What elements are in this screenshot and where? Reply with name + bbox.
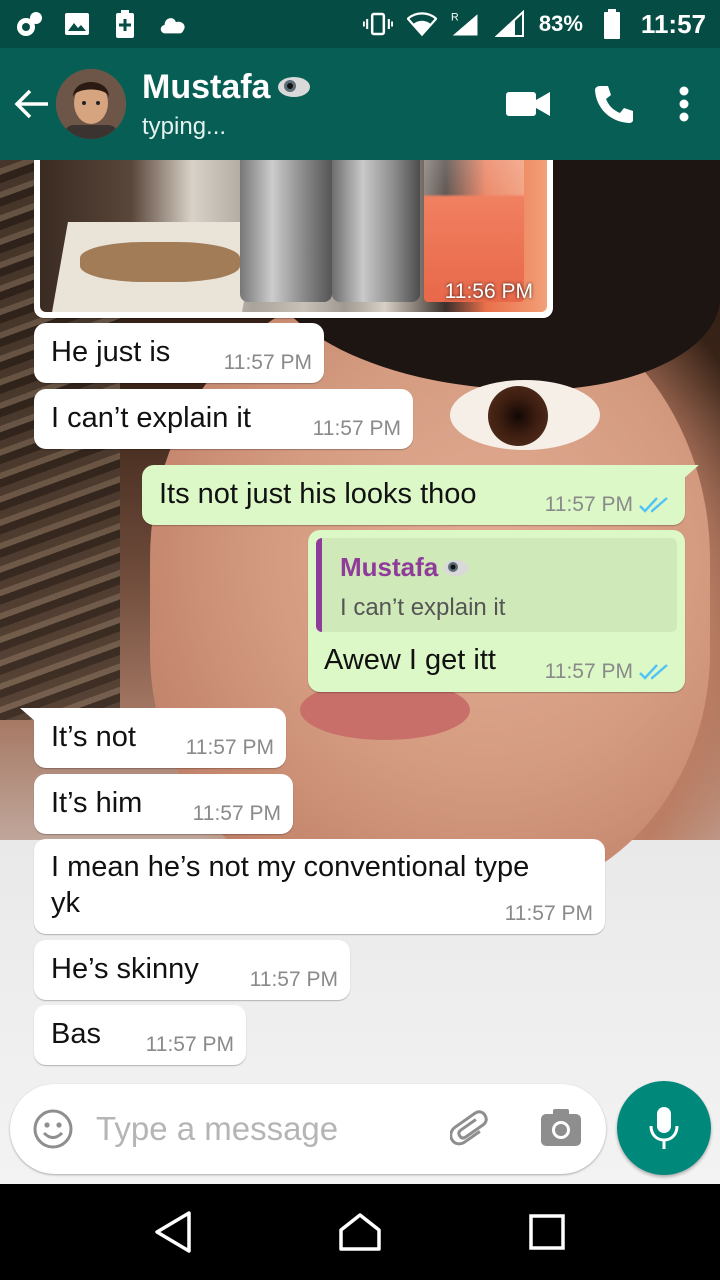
- message-input[interactable]: [96, 1106, 416, 1152]
- gallery-icon: [62, 10, 92, 38]
- cloud-icon: [158, 10, 188, 38]
- more-options-button[interactable]: [678, 86, 690, 122]
- message-bubble-in[interactable]: I can’t explain it 11:57 PM: [34, 389, 413, 449]
- message-time: 11:57 PM: [544, 493, 633, 516]
- message-bubble-in[interactable]: It’s him 11:57 PM: [34, 774, 293, 834]
- camera-icon: [541, 1109, 581, 1146]
- status-notification-icons: [14, 10, 188, 38]
- message-text-line-1: I mean he’s not my conventional type: [51, 851, 530, 883]
- message-bubble-in[interactable]: I mean he’s not my conventional type yk …: [34, 839, 605, 934]
- eye-emoji-icon: [443, 559, 470, 576]
- quoted-author-name: Mustafa: [340, 552, 439, 582]
- message-time: 11:57 PM: [223, 351, 312, 374]
- reply-message-bubble[interactable]: Mustafa I can’t explain it Awew I get it…: [308, 530, 685, 692]
- quoted-author: Mustafa: [340, 552, 470, 583]
- camera-button[interactable]: [540, 1108, 582, 1153]
- wifi-icon: [406, 10, 437, 38]
- signal-roaming-icon: R: [451, 10, 481, 38]
- photo-shaker-left: [240, 160, 332, 302]
- header-actions: [506, 84, 690, 124]
- message-time: 11:57 PM: [192, 802, 281, 825]
- contact-status: typing...: [142, 112, 227, 140]
- system-nav-bar: [0, 1184, 720, 1280]
- status-time: 11:57: [640, 8, 706, 39]
- chat-area[interactable]: 11:56 PM He just is 11:57 PM I can’t exp…: [0, 160, 720, 1184]
- battery-saver-icon: [110, 10, 140, 38]
- contact-name: Mustafa: [142, 67, 271, 106]
- nav-back-icon: [155, 1211, 192, 1253]
- message-text: Its not just his looks thoo: [159, 478, 477, 510]
- vibrate-icon: [362, 10, 393, 38]
- message-text: It’s not: [51, 721, 136, 753]
- read-receipt-icon: [639, 664, 668, 680]
- message-composer: [10, 1084, 606, 1174]
- message-time: 11:57 PM: [312, 417, 401, 440]
- photo-shaker-right: [332, 160, 420, 302]
- image-message[interactable]: 11:56 PM: [34, 160, 553, 318]
- message-text: He’s skinny: [51, 953, 199, 985]
- message-time: 11:57 PM: [185, 736, 274, 759]
- emoji-icon: [33, 1109, 73, 1149]
- app-notification-icon: [14, 10, 44, 38]
- more-vertical-icon: [679, 86, 689, 122]
- nav-back-button[interactable]: [133, 1192, 213, 1272]
- status-bar: R 83% 11:57: [0, 0, 720, 48]
- message-text: It’s him: [51, 787, 143, 819]
- nav-home-icon: [339, 1213, 381, 1251]
- voice-message-button[interactable]: [617, 1081, 711, 1175]
- message-bubble-in[interactable]: He’s skinny 11:57 PM: [34, 940, 350, 1000]
- bubble-tail: [20, 708, 36, 722]
- message-time: 11:57 PM: [504, 902, 593, 925]
- message-time: 11:57 PM: [544, 660, 633, 683]
- photo-food: [80, 242, 240, 282]
- image-message-photo[interactable]: 11:56 PM: [40, 160, 547, 312]
- svg-text:R: R: [451, 11, 459, 23]
- attach-button[interactable]: [449, 1108, 494, 1157]
- wallpaper-iris: [488, 386, 548, 446]
- message-bubble-in[interactable]: Bas 11:57 PM: [34, 1005, 246, 1065]
- message-bubble-out[interactable]: Its not just his looks thoo 11:57 PM: [142, 465, 699, 525]
- phone-icon: [595, 86, 633, 123]
- quoted-text: I can’t explain it: [340, 594, 506, 621]
- video-call-button[interactable]: [506, 90, 550, 118]
- message-bubble-in[interactable]: He just is 11:57 PM: [34, 323, 324, 383]
- contact-name-row: Mustafa: [142, 68, 312, 107]
- wallpaper-eye: [450, 380, 600, 450]
- status-system-icons: R 83% 11:57: [362, 8, 706, 40]
- quoted-message[interactable]: Mustafa I can’t explain it: [316, 538, 677, 632]
- microphone-icon: [649, 1107, 679, 1149]
- message-text: Awew I get itt: [324, 644, 496, 676]
- read-receipt-icon: [639, 497, 668, 513]
- message-time: 11:57 PM: [249, 968, 338, 991]
- back-arrow-icon: [14, 89, 48, 119]
- image-message-time: 11:56 PM: [444, 280, 533, 303]
- nav-home-button[interactable]: [320, 1192, 400, 1272]
- message-text: Bas: [51, 1018, 101, 1050]
- message-bubble-in[interactable]: It’s not 11:57 PM: [20, 708, 286, 768]
- battery-percent: 83%: [538, 11, 583, 36]
- eye-emoji-icon: [278, 77, 311, 97]
- message-text: He just is: [51, 336, 171, 368]
- battery-icon: [597, 9, 627, 39]
- video-camera-icon: [506, 92, 550, 116]
- message-time: 11:57 PM: [145, 1033, 234, 1056]
- bubble-tail: [683, 465, 699, 479]
- paperclip-icon: [449, 1110, 488, 1146]
- voice-call-button[interactable]: [594, 84, 634, 124]
- chat-header: Mustafa typing...: [0, 48, 720, 160]
- emoji-button[interactable]: [32, 1108, 74, 1155]
- contact-info[interactable]: Mustafa typing...: [142, 68, 312, 141]
- message-text: I can’t explain it: [51, 402, 251, 434]
- nav-recents-icon: [528, 1214, 565, 1250]
- nav-recents-button[interactable]: [507, 1192, 587, 1272]
- avatar-photo: [56, 69, 126, 139]
- contact-avatar[interactable]: [56, 69, 126, 139]
- signal-icon: [494, 10, 525, 38]
- message-text-line-2: yk: [51, 887, 80, 919]
- back-button[interactable]: [4, 48, 60, 160]
